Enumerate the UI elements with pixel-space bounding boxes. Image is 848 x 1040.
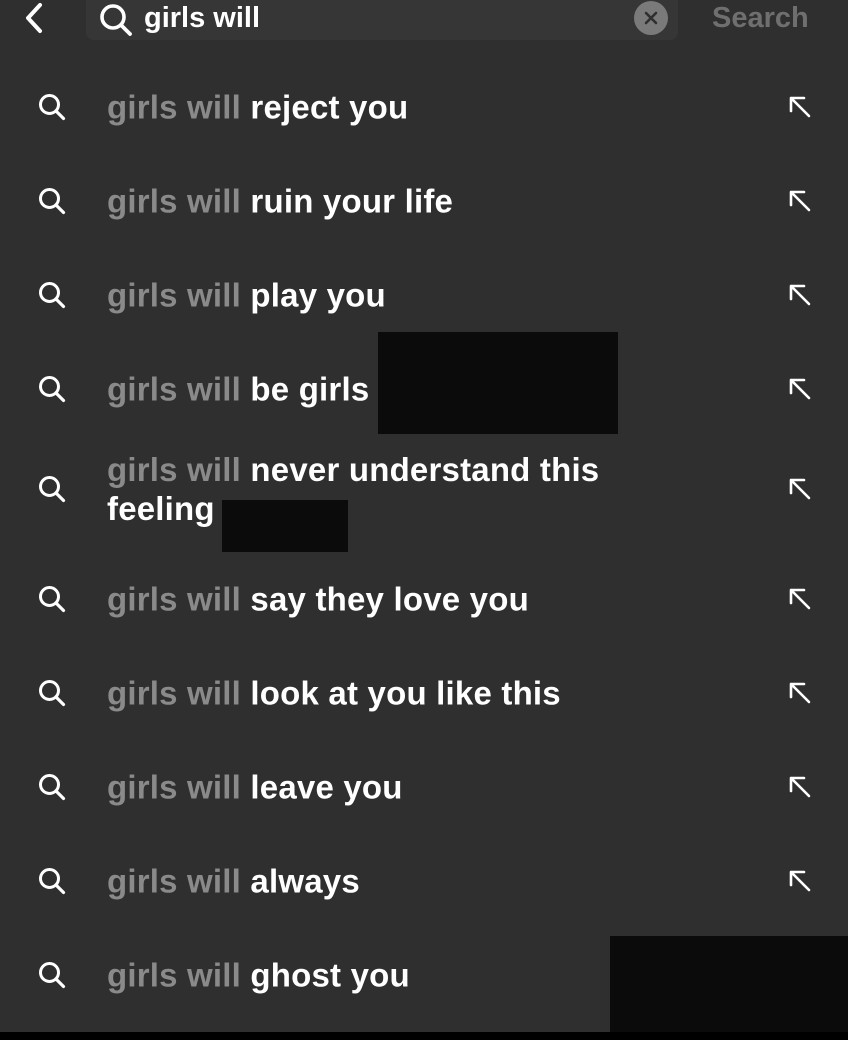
suggestion-item[interactable]: girls will say they love you [0, 552, 848, 646]
suggestion-prefix: girls will [107, 182, 242, 220]
arrow-up-left-icon[interactable] [782, 675, 818, 711]
suggestion-completion: look at you like this [250, 674, 561, 712]
arrow-up-left-icon[interactable] [782, 471, 818, 507]
search-icon [34, 277, 70, 313]
search-header: Search [0, 0, 848, 40]
search-icon [34, 769, 70, 805]
suggestion-text: girls will say they love you [107, 580, 667, 619]
search-icon [98, 2, 134, 38]
clear-icon [644, 11, 658, 25]
search-icon [34, 957, 70, 993]
suggestion-item[interactable]: girls will look at you like this [0, 646, 848, 740]
search-icon [34, 471, 70, 507]
suggestion-completion: say they love you [250, 580, 529, 618]
search-icon [34, 89, 70, 125]
suggestion-text: girls will leave you [107, 768, 667, 807]
suggestion-text: girls will reject you [107, 88, 667, 127]
search-box [86, 0, 678, 40]
search-icon [34, 675, 70, 711]
suggestion-item[interactable]: girls will play you [0, 248, 848, 342]
suggestion-completion: ghost you [250, 956, 410, 994]
search-icon [34, 183, 70, 219]
suggestion-completion: be girls [250, 370, 370, 408]
suggestion-text: girls will look at you like this [107, 674, 667, 713]
bottom-edge [0, 1032, 848, 1040]
suggestion-completion: play you [250, 276, 386, 314]
suggestion-item[interactable]: girls will always [0, 834, 848, 928]
arrow-up-left-icon[interactable] [782, 863, 818, 899]
suggestion-prefix: girls will [107, 88, 242, 126]
clear-search-button[interactable] [634, 1, 668, 35]
suggestion-prefix: girls will [107, 451, 242, 488]
suggestion-completion: leave you [250, 768, 403, 806]
suggestion-text: girls will play you [107, 276, 667, 315]
redaction-box [222, 500, 348, 552]
suggestion-text: girls will ghost you [107, 956, 667, 995]
suggestion-item[interactable]: girls will reject you [0, 60, 848, 154]
suggestion-prefix: girls will [107, 768, 242, 806]
suggestion-item[interactable]: girls will ruin your life [0, 154, 848, 248]
suggestion-prefix: girls will [107, 956, 242, 994]
arrow-up-left-icon[interactable] [782, 371, 818, 407]
suggestion-completion: ruin your life [250, 182, 454, 220]
suggestion-text: girls will always [107, 862, 667, 901]
search-button[interactable]: Search [712, 0, 809, 36]
arrow-up-left-icon[interactable] [782, 89, 818, 125]
redaction-box [610, 936, 848, 1032]
suggestion-text: girls will ruin your life [107, 182, 667, 221]
search-icon [34, 863, 70, 899]
search-icon [34, 371, 70, 407]
suggestion-prefix: girls will [107, 674, 242, 712]
suggestion-completion: always [250, 862, 360, 900]
arrow-up-left-icon[interactable] [782, 277, 818, 313]
suggestion-prefix: girls will [107, 370, 242, 408]
suggestion-prefix: girls will [107, 862, 242, 900]
suggestion-completion: reject you [250, 88, 409, 126]
suggestion-prefix: girls will [107, 580, 242, 618]
arrow-up-left-icon[interactable] [782, 769, 818, 805]
arrow-up-left-icon[interactable] [782, 183, 818, 219]
suggestion-item[interactable]: girls will never understand this feeling [0, 436, 848, 542]
chevron-left-icon [26, 3, 42, 33]
suggestion-item[interactable]: girls will leave you [0, 740, 848, 834]
search-icon [34, 581, 70, 617]
suggestion-prefix: girls will [107, 276, 242, 314]
back-button[interactable] [14, 0, 54, 36]
suggestion-text: girls will never understand this feeling [107, 450, 647, 528]
redaction-box [378, 332, 618, 434]
search-input[interactable] [144, 0, 624, 36]
arrow-up-left-icon[interactable] [782, 581, 818, 617]
